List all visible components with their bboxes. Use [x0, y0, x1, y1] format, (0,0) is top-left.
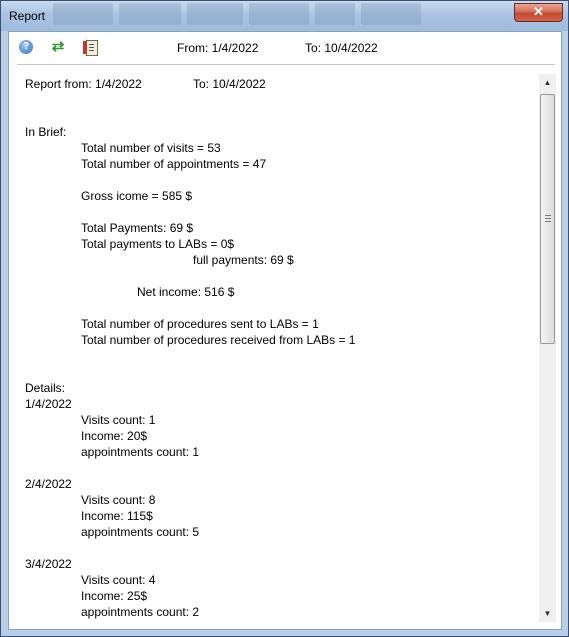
day-visits: Visits count: 8 [81, 493, 156, 507]
report-header-from: Report from: 1/4/2022 [25, 77, 142, 91]
report-window: Report ✕ ? ⇄ From: 1/4/2022 To: 10/4/202… [0, 0, 569, 637]
refresh-icon[interactable]: ⇄ [51, 39, 65, 54]
client-area: ? ⇄ From: 1/4/2022 To: 10/4/2022 Report … [8, 31, 562, 630]
grip-icon [545, 215, 551, 222]
to-date-label: To: 10/4/2022 [305, 41, 378, 55]
day-appointments: appointments count: 2 [81, 605, 200, 619]
scroll-down-icon[interactable]: ▼ [539, 605, 556, 622]
details-heading: Details: [25, 381, 66, 395]
total-payments: Total Payments: 69 $ [81, 221, 194, 235]
report-icon[interactable] [83, 40, 98, 56]
total-appointments: Total number of appointments = 47 [81, 157, 267, 171]
day-date: 1/4/2022 [25, 397, 72, 411]
scroll-thumb[interactable] [540, 94, 555, 344]
full-payments: full payments: 69 $ [193, 253, 294, 267]
day-visits: Visits count: 4 [81, 573, 156, 587]
day-appointments: appointments count: 1 [81, 445, 200, 459]
report-text-area[interactable]: Report from: 1/4/2022 To: 10/4/2022 In B… [9, 70, 539, 629]
brief-heading: In Brief: [25, 125, 67, 139]
net-income: Net income: 516 $ [137, 285, 235, 299]
report-header-to: To: 10/4/2022 [193, 77, 266, 91]
window-title: Report [9, 9, 46, 23]
procedures-sent: Total number of procedures sent to LABs … [81, 317, 319, 331]
title-bar[interactable]: Report ✕ [1, 1, 568, 31]
day-income: Income: 20$ [81, 429, 148, 443]
toolbar: ? ⇄ From: 1/4/2022 To: 10/4/2022 [9, 32, 561, 63]
day-income: Income: 25$ [81, 589, 148, 603]
day-date: 3/4/2022 [25, 557, 72, 571]
payments-to-labs: Total payments to LABs = 0$ [81, 237, 235, 251]
vertical-scrollbar[interactable]: ▲ ▼ [539, 74, 556, 622]
scroll-up-icon[interactable]: ▲ [539, 74, 556, 91]
day-appointments: appointments count: 5 [81, 525, 200, 539]
background-tabs [53, 3, 473, 27]
toolbar-separator [17, 64, 555, 65]
from-date-label: From: 1/4/2022 [177, 41, 259, 55]
day-date: 2/4/2022 [25, 477, 72, 491]
day-visits: Visits count: 1 [81, 413, 156, 427]
help-icon[interactable]: ? [19, 40, 33, 54]
total-visits: Total number of visits = 53 [81, 141, 221, 155]
gross-income: Gross icome = 585 $ [81, 189, 193, 203]
day-income: Income: 115$ [81, 509, 153, 523]
procedures-received: Total number of procedures received from… [81, 333, 356, 347]
close-button[interactable]: ✕ [514, 3, 563, 22]
